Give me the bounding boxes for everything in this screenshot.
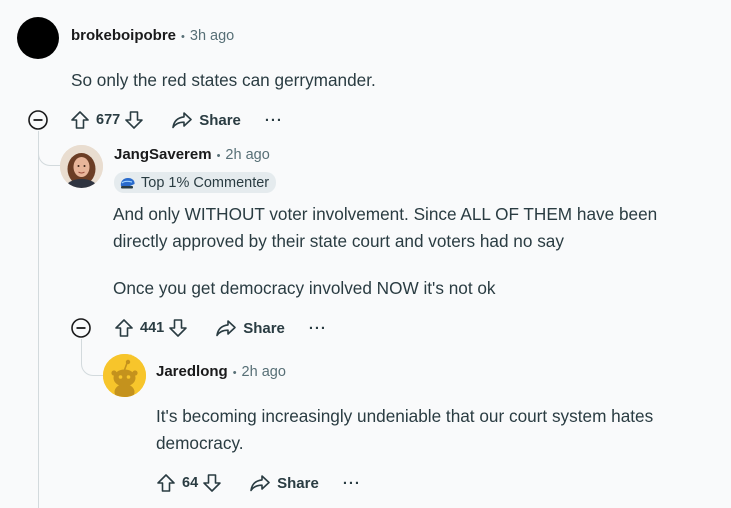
upvote-button[interactable] xyxy=(114,318,134,338)
share-icon xyxy=(216,320,237,337)
thread-elbow-reply-2 xyxy=(81,339,104,376)
share-icon xyxy=(250,475,270,492)
username[interactable]: JangSaverem xyxy=(114,146,212,163)
upvote-button[interactable] xyxy=(156,473,176,493)
upvote-icon xyxy=(115,319,133,337)
commenter-badge-icon xyxy=(120,177,135,188)
comment-actions: 64 Share ··· xyxy=(156,468,361,498)
downvote-button[interactable] xyxy=(168,318,188,338)
snoo-avatar-icon xyxy=(103,354,146,397)
avatar-photo-icon xyxy=(60,145,103,188)
share-button[interactable]: Share xyxy=(215,318,285,338)
comment-text-line: directly approved by their state court a… xyxy=(113,231,564,251)
more-options-button[interactable]: ··· xyxy=(343,475,361,492)
timestamp[interactable]: 2h ago xyxy=(242,364,286,380)
comment-actions: 677 Share ··· xyxy=(70,105,283,135)
comment-actions: 441 Share ··· xyxy=(114,313,327,343)
collapse-button[interactable] xyxy=(27,109,49,131)
comment-text-line: Once you get democracy involved NOW it's… xyxy=(113,278,496,298)
upvote-button[interactable] xyxy=(70,110,90,130)
vote-count: 677 xyxy=(96,112,121,128)
collapse-icon xyxy=(71,318,91,338)
comment-body: So only the red states can gerrymander. xyxy=(71,67,711,94)
downvote-icon xyxy=(125,111,144,129)
more-options-button[interactable]: ··· xyxy=(309,320,327,337)
thread-elbow-reply-1 xyxy=(38,131,61,166)
vote-count: 64 xyxy=(182,475,199,491)
top-commenter-badge[interactable]: Top 1% Commenter xyxy=(114,172,277,193)
comment-header: brokeboipobre • 3h ago xyxy=(71,27,234,44)
separator-dot: • xyxy=(232,367,237,379)
username[interactable]: brokeboipobre xyxy=(71,27,176,44)
comment-text-line: So only the red states can gerrymander. xyxy=(71,70,376,90)
share-button[interactable]: Share xyxy=(249,473,319,493)
more-options-button[interactable]: ··· xyxy=(265,112,283,129)
separator-dot: • xyxy=(216,150,221,162)
username[interactable]: Jaredlong xyxy=(156,363,228,380)
comment-text-line: democracy. xyxy=(156,433,244,453)
share-button[interactable]: Share xyxy=(171,110,241,130)
badge-label: Top 1% Commenter xyxy=(141,174,270,191)
downvote-icon xyxy=(203,474,221,492)
downvote-icon xyxy=(169,319,188,337)
downvote-button[interactable] xyxy=(202,473,222,493)
upvote-icon xyxy=(71,111,89,129)
downvote-button[interactable] xyxy=(124,110,144,130)
share-label: Share xyxy=(199,111,241,129)
share-label: Share xyxy=(243,319,285,337)
separator-dot: • xyxy=(181,31,185,43)
comment-body: It's becoming increasingly undeniable th… xyxy=(156,403,728,457)
timestamp[interactable]: 3h ago xyxy=(190,28,234,44)
timestamp[interactable]: 2h ago xyxy=(225,147,269,163)
share-icon xyxy=(172,112,193,129)
avatar[interactable] xyxy=(60,145,103,188)
collapse-icon xyxy=(28,110,48,130)
comment-body: And only WITHOUT voter involvement. Sinc… xyxy=(113,201,728,302)
upvote-icon xyxy=(157,474,175,492)
comment-text-line: It's becoming increasingly undeniable th… xyxy=(156,406,654,426)
comment-text-line: And only WITHOUT voter involvement. Sinc… xyxy=(113,204,658,224)
collapse-button[interactable] xyxy=(70,317,92,339)
avatar[interactable] xyxy=(103,354,146,397)
avatar[interactable] xyxy=(17,17,59,59)
comment-header: Jaredlong • 2h ago xyxy=(156,363,286,380)
comment-header: JangSaverem • 2h ago xyxy=(114,146,270,163)
share-label: Share xyxy=(277,474,319,492)
thread-line-level-1[interactable] xyxy=(38,131,39,508)
vote-count: 441 xyxy=(140,320,165,336)
